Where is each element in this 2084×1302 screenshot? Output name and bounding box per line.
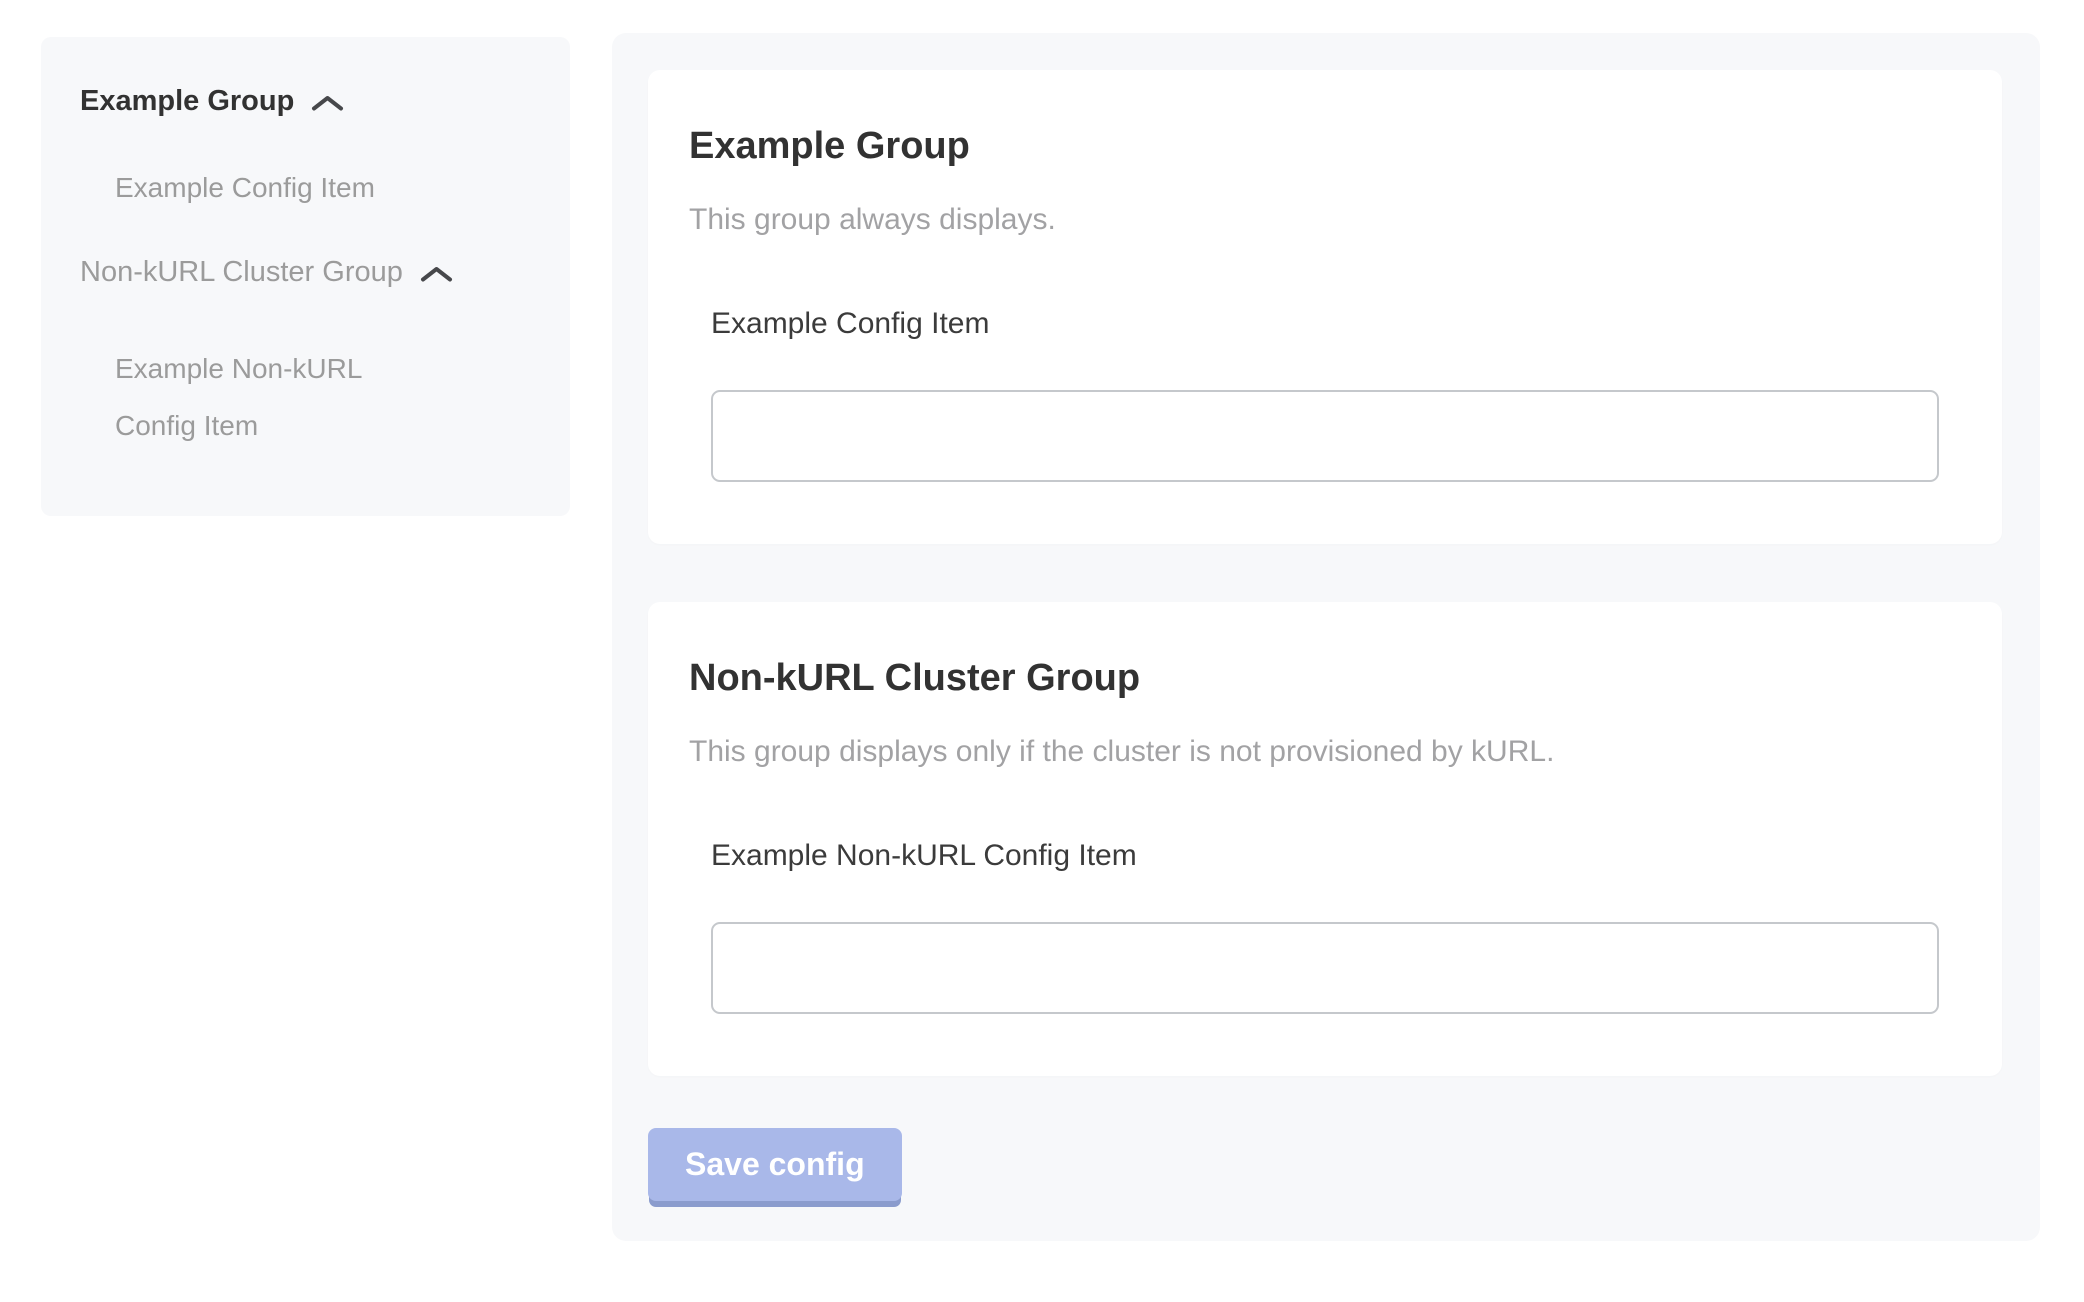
config-group-card-non-kurl-cluster-group: Non-kURL Cluster Group This group displa… xyxy=(648,602,2002,1076)
sidebar-item-example-non-kurl-config-item[interactable]: Example Non-kURL Config Item xyxy=(80,340,425,454)
group-description: This group always displays. xyxy=(689,200,1939,240)
config-item-label: Example Config Item xyxy=(711,304,1939,344)
config-nav-sidebar: Example Group Example Config Item Non-kU… xyxy=(41,37,570,516)
config-item-label: Example Non-kURL Config Item xyxy=(711,836,1939,876)
group-title: Non-kURL Cluster Group xyxy=(689,654,1939,702)
group-title: Example Group xyxy=(689,122,1939,170)
nav-group-example-group: Example Group Example Config Item xyxy=(80,83,534,206)
sidebar-item-example-config-item[interactable]: Example Config Item xyxy=(80,169,534,206)
group-description: This group displays only if the cluster … xyxy=(689,732,1939,772)
config-field: Example Config Item xyxy=(711,304,1939,482)
config-content-panel: Example Group This group always displays… xyxy=(612,33,2040,1241)
sidebar-group-label: Example Group xyxy=(80,83,294,120)
sidebar-group-label: Non-kURL Cluster Group xyxy=(80,254,403,291)
config-field: Example Non-kURL Config Item xyxy=(711,836,1939,1014)
save-config-button[interactable]: Save config xyxy=(648,1128,902,1201)
chevron-up-icon[interactable] xyxy=(310,94,345,113)
sidebar-group-non-kurl-cluster-group[interactable]: Non-kURL Cluster Group xyxy=(80,254,534,291)
chevron-up-icon[interactable] xyxy=(419,265,454,284)
config-group-card-example-group: Example Group This group always displays… xyxy=(648,70,2002,544)
example-non-kurl-config-item-input[interactable] xyxy=(711,922,1939,1014)
nav-group-non-kurl-cluster-group: Non-kURL Cluster Group Example Non-kURL … xyxy=(80,254,534,454)
example-config-item-input[interactable] xyxy=(711,390,1939,482)
sidebar-group-example-group[interactable]: Example Group xyxy=(80,83,534,120)
